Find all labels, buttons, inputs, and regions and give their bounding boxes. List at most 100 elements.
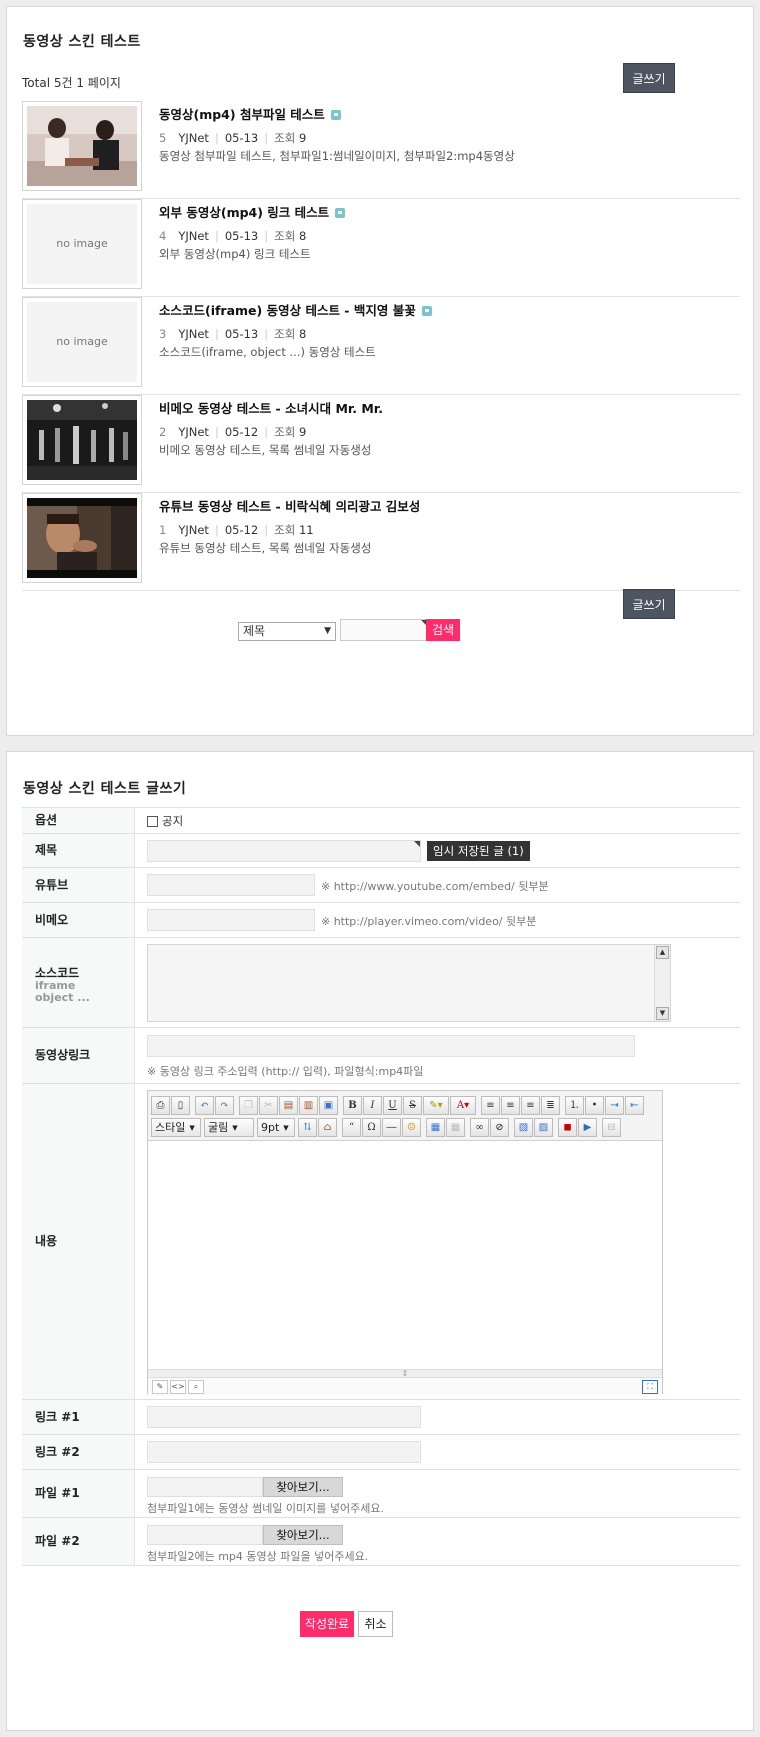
editor-resize-handle[interactable]: ⇕: [148, 1369, 662, 1378]
find-icon[interactable]: ⇅: [298, 1117, 317, 1137]
horizontal-rule-icon[interactable]: ―: [382, 1117, 401, 1137]
item-hit-label: 조회: [274, 523, 296, 537]
undo-icon[interactable]: ↶: [195, 1095, 214, 1115]
item-title[interactable]: 유튜브 동영상 테스트 - 비락식혜 의리광고 김보성: [159, 499, 420, 514]
video-link-input[interactable]: [147, 1035, 635, 1057]
special-char-icon[interactable]: Ω: [362, 1117, 381, 1137]
size-dropdown[interactable]: 9pt ▼: [257, 1117, 295, 1137]
thumbnail-image: [27, 106, 137, 186]
item-date: 05-12: [224, 425, 259, 439]
youtube-input[interactable]: [147, 874, 315, 896]
copy-icon[interactable]: ❐: [239, 1095, 258, 1115]
item-title[interactable]: 외부 동영상(mp4) 링크 테스트: [159, 205, 329, 220]
link2-input[interactable]: [147, 1441, 421, 1463]
cancel-button[interactable]: 취소: [358, 1611, 393, 1637]
new-page-icon[interactable]: ▯: [171, 1095, 190, 1115]
file2-path[interactable]: [147, 1525, 263, 1545]
editor-mode-bar: ✎ <> ⌕ ⛶: [148, 1377, 662, 1395]
scroll-down-icon[interactable]: ▼: [656, 1007, 669, 1020]
item-meta: 4 YJNet | 05-13 | 조회 8: [159, 229, 307, 243]
item-title[interactable]: 동영상(mp4) 첨부파일 테스트: [159, 107, 325, 122]
scroll-up-icon[interactable]: ▲: [656, 946, 669, 959]
thumbnail[interactable]: [22, 493, 142, 583]
write-button-top[interactable]: 글쓰기: [623, 63, 675, 93]
input-corner-marker: [414, 841, 420, 847]
align-right-icon[interactable]: ≡: [521, 1095, 540, 1115]
align-left-icon[interactable]: ≡: [481, 1095, 500, 1115]
list-item[interactable]: 비메오 동영상 테스트 - 소녀시대 Mr. Mr. 2 YJNet | 05-12 |…: [22, 385, 740, 493]
write-form-table: 옵션 공지 제목 임시 저장된 글 (1) 유튜브 ※ http://www.y…: [22, 807, 740, 1566]
align-justify-icon[interactable]: ≣: [541, 1095, 560, 1115]
flash-icon[interactable]: ◼: [558, 1117, 577, 1137]
list-item[interactable]: 유튜브 동영상 테스트 - 비락식혜 의리광고 김보성 1 YJNet | 05-12…: [22, 483, 740, 591]
no-image-placeholder: no image: [27, 302, 137, 382]
image-upload-icon[interactable]: ▨: [534, 1117, 553, 1137]
search-field-select[interactable]: 제목 ▼: [238, 622, 336, 641]
subject-input[interactable]: [147, 840, 421, 862]
print-icon[interactable]: ⎙: [151, 1095, 170, 1115]
style-dropdown[interactable]: 스타일 ▼: [151, 1117, 201, 1137]
item-title[interactable]: 비메오 동영상 테스트 - 소녀시대 Mr. Mr.: [159, 401, 383, 416]
html-mode-icon[interactable]: <>: [170, 1380, 186, 1394]
vimeo-input[interactable]: [147, 909, 315, 931]
media-icon[interactable]: ▶: [578, 1117, 597, 1137]
source-textarea[interactable]: ▲ ▼: [147, 944, 671, 1022]
thumbnail[interactable]: [22, 395, 142, 485]
blockquote-icon[interactable]: “: [342, 1117, 361, 1137]
file1-browse-button[interactable]: 찾아보기...: [263, 1477, 343, 1497]
link1-input[interactable]: [147, 1406, 421, 1428]
edit-mode-icon[interactable]: ✎: [152, 1380, 168, 1394]
search-input[interactable]: [340, 619, 428, 641]
cut-icon[interactable]: ✂: [259, 1095, 278, 1115]
bold-icon[interactable]: B: [343, 1095, 362, 1115]
page-break-icon[interactable]: ⊟: [602, 1117, 621, 1137]
paste-word-icon[interactable]: ▥: [299, 1095, 318, 1115]
ordered-list-icon[interactable]: ⒈: [565, 1095, 584, 1115]
label-content: 내용: [22, 1084, 135, 1399]
preview-mode-icon[interactable]: ⌕: [188, 1380, 204, 1394]
thumbnail[interactable]: no image: [22, 199, 142, 289]
row-content: 내용 ⎙ ▯ ↶ ↷ ❐ ✂ ▤ ▥ ▣ B I U S ✎▾ A▾ ≡ ≡ ≡…: [22, 1084, 740, 1400]
board-title: 동영상 스킨 테스트: [23, 34, 141, 50]
format-painter-icon[interactable]: ⌂: [318, 1117, 337, 1137]
text-color-icon[interactable]: A▾: [450, 1095, 476, 1115]
file1-path[interactable]: [147, 1477, 263, 1497]
select-all-icon[interactable]: ▣: [319, 1095, 338, 1115]
table-icon[interactable]: ▦: [426, 1117, 445, 1137]
search-button[interactable]: 검색: [426, 619, 460, 641]
image-icon[interactable]: ▧: [514, 1117, 533, 1137]
fullscreen-icon[interactable]: ⛶: [642, 1380, 658, 1394]
emoticon-icon[interactable]: ☺: [402, 1117, 421, 1137]
item-title[interactable]: 소스코드(iframe) 동영상 테스트 - 백지영 불꽃: [159, 303, 416, 318]
editor-content-area[interactable]: [148, 1141, 662, 1369]
vimeo-hint: ※ http://player.vimeo.com/video/ 뒷부분: [321, 915, 537, 928]
content-editor: ⎙ ▯ ↶ ↷ ❐ ✂ ▤ ▥ ▣ B I U S ✎▾ A▾ ≡ ≡ ≡ ≣ …: [147, 1090, 663, 1395]
align-center-icon[interactable]: ≡: [501, 1095, 520, 1115]
thumbnail[interactable]: [22, 101, 142, 191]
outdent-icon[interactable]: ⇤: [625, 1095, 644, 1115]
list-item[interactable]: no image 외부 동영상(mp4) 링크 테스트 4 YJNet | 05-13…: [22, 189, 740, 297]
file2-browse-button[interactable]: 찾아보기...: [263, 1525, 343, 1545]
redo-icon[interactable]: ↷: [215, 1095, 234, 1115]
thumbnail[interactable]: no image: [22, 297, 142, 387]
font-dropdown[interactable]: 굴림 ▼: [204, 1117, 254, 1137]
paste-icon[interactable]: ▤: [279, 1095, 298, 1115]
highlight-color-icon[interactable]: ✎▾: [423, 1095, 449, 1115]
row-link1: 링크 #1: [22, 1400, 740, 1435]
notice-checkbox-wrap[interactable]: 공지: [147, 813, 183, 829]
write-button-bottom[interactable]: 글쓰기: [623, 589, 675, 619]
temp-saved-button[interactable]: 임시 저장된 글 (1): [427, 841, 530, 861]
italic-icon[interactable]: I: [363, 1095, 382, 1115]
indent-icon[interactable]: ⇥: [605, 1095, 624, 1115]
link-icon[interactable]: ∞: [470, 1117, 489, 1137]
list-item[interactable]: 동영상(mp4) 첨부파일 테스트 5 YJNet | 05-13 | 조회 9 동영상 …: [22, 91, 740, 199]
underline-icon[interactable]: U: [383, 1095, 402, 1115]
list-item[interactable]: no image 소스코드(iframe) 동영상 테스트 - 백지영 불꽃 3…: [22, 287, 740, 395]
submit-button[interactable]: 작성완료: [300, 1611, 354, 1637]
table-edit-icon[interactable]: ▦: [446, 1117, 465, 1137]
notice-checkbox[interactable]: [147, 816, 158, 827]
strikethrough-icon[interactable]: S: [403, 1095, 422, 1115]
unordered-list-icon[interactable]: •: [585, 1095, 604, 1115]
scrollbar[interactable]: ▲ ▼: [654, 945, 670, 1021]
unlink-icon[interactable]: ⊘: [490, 1117, 509, 1137]
